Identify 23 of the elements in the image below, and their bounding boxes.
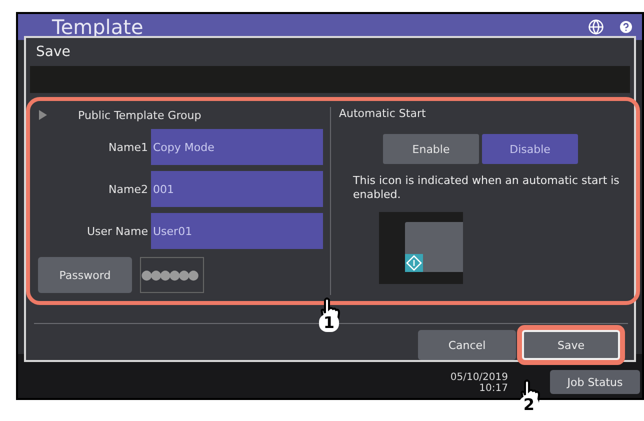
- field-label: User Name: [86, 224, 148, 238]
- section-title: Automatic Start: [339, 107, 427, 120]
- info-text: This icon is indicated when an automatic start is enabled.: [352, 174, 620, 202]
- globe-icon[interactable]: [588, 19, 604, 35]
- field-label: Name2: [108, 182, 148, 196]
- text-field[interactable]: 001: [151, 171, 323, 208]
- date-text: 05/10/2019: [450, 372, 508, 383]
- text-field[interactable]: Copy Mode: [151, 129, 323, 166]
- text-field[interactable]: User01: [151, 213, 323, 250]
- expand-triangle-icon[interactable]: [38, 110, 48, 120]
- password-button[interactable]: Password: [38, 257, 132, 294]
- dialog-button[interactable]: Cancel: [418, 330, 516, 360]
- password-field[interactable]: ●●●●●●: [140, 257, 204, 294]
- dialog-title: Save: [35, 43, 72, 62]
- time-text: 10:17: [479, 383, 508, 394]
- screen-title: Template: [52, 14, 144, 40]
- toggle-option[interactable]: Disable: [482, 134, 578, 164]
- group-label: Public Template Group: [78, 108, 202, 122]
- job-status-button[interactable]: Job Status: [550, 370, 640, 394]
- help-icon[interactable]: [618, 19, 634, 35]
- start-icon: [405, 254, 423, 272]
- field-label: Name1: [108, 140, 148, 154]
- toggle-option[interactable]: Enable: [383, 134, 479, 164]
